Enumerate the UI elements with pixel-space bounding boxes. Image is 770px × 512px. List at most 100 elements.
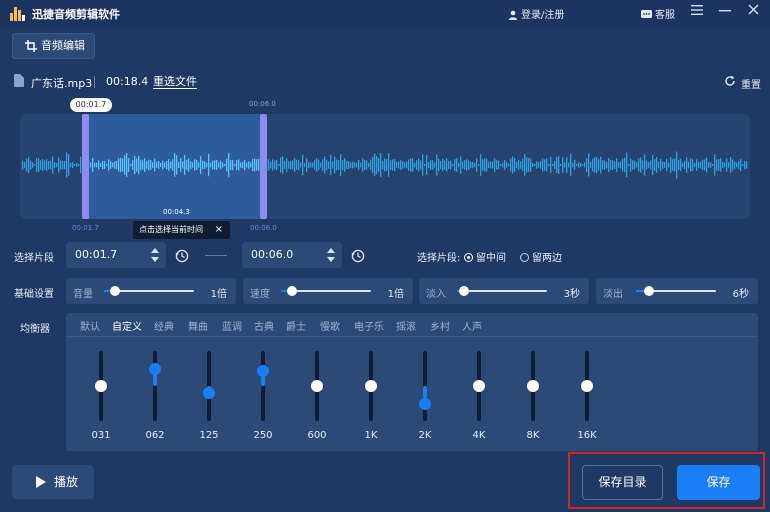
tooltip-close-button[interactable]: × xyxy=(215,221,223,239)
waveform-bar xyxy=(708,162,710,168)
eq-band-slider[interactable] xyxy=(203,351,215,421)
eq-preset-tab[interactable]: 摇滚 xyxy=(396,318,416,333)
waveform-bar xyxy=(68,154,70,176)
waveform-bar xyxy=(616,158,618,172)
waveform-bar xyxy=(560,164,562,166)
close-button[interactable] xyxy=(744,3,762,21)
eq-band-slider[interactable] xyxy=(581,351,593,421)
eq-band-slider[interactable] xyxy=(149,351,161,421)
tab-audio-edit[interactable]: 音频编辑 xyxy=(12,33,95,59)
eq-band-slider[interactable] xyxy=(527,351,539,421)
waveform-bar xyxy=(222,162,224,168)
eq-band-knob[interactable] xyxy=(95,380,107,392)
eq-preset-tab[interactable]: 人声 xyxy=(462,318,482,333)
waveform-bar xyxy=(216,160,218,170)
end-time-input[interactable]: 00:06.0 xyxy=(242,242,342,268)
start-time-input[interactable]: 00:01.7 xyxy=(66,242,166,268)
app-title: 迅捷音频剪辑软件 xyxy=(32,8,120,21)
waveform-bar xyxy=(218,162,220,168)
eq-preset-tab[interactable]: 经典 xyxy=(154,318,174,333)
eq-preset-tab[interactable]: 慢歌 xyxy=(320,318,340,333)
waveform-bar xyxy=(352,161,354,169)
minimize-button[interactable] xyxy=(716,3,734,21)
eq-preset-tab[interactable]: 蓝调 xyxy=(222,318,242,333)
eq-preset-tab[interactable]: 舞曲 xyxy=(188,318,208,333)
start-handle[interactable] xyxy=(82,114,89,219)
eq-band-knob[interactable] xyxy=(203,387,215,399)
tooltip-text: 点击选择当前时间 xyxy=(139,225,203,234)
login-link[interactable]: 登录/注册 xyxy=(508,6,564,21)
history-icon[interactable] xyxy=(351,249,365,263)
waveform-bar xyxy=(170,161,172,169)
eq-band-knob[interactable] xyxy=(365,380,377,392)
start-time-stepper[interactable] xyxy=(151,248,159,262)
menu-button[interactable] xyxy=(688,3,706,21)
volume-slider[interactable] xyxy=(104,286,194,296)
save-directory-button[interactable]: 保存目录 xyxy=(582,465,663,500)
waveform-bar xyxy=(686,157,688,173)
waveform-bar xyxy=(288,161,290,169)
eq-preset-tab[interactable]: 爵士 xyxy=(286,318,306,333)
eq-band-slider[interactable] xyxy=(257,351,269,421)
fade-out-setting: 淡出 6秒 xyxy=(596,278,758,304)
radio-keep-sides[interactable]: 留两边 xyxy=(520,249,562,264)
end-time-stepper[interactable] xyxy=(327,248,335,262)
waveform-bar xyxy=(692,159,694,171)
fade-out-knob[interactable] xyxy=(643,286,654,296)
eq-preset-tab[interactable]: 自定义 xyxy=(112,318,142,333)
waveform-bar xyxy=(674,158,676,172)
eq-band-knob[interactable] xyxy=(419,398,431,411)
speed-knob[interactable] xyxy=(286,286,297,296)
waveform-bar xyxy=(402,161,404,169)
eq-preset-tab[interactable]: 乡村 xyxy=(430,318,450,333)
eq-band-knob[interactable] xyxy=(473,380,485,392)
eq-band-frequency: 250 xyxy=(253,430,273,441)
eq-band-knob[interactable] xyxy=(311,380,323,392)
eq-band-knob[interactable] xyxy=(581,380,593,392)
play-button[interactable]: 播放 xyxy=(12,465,94,499)
waveform-bar xyxy=(358,160,360,170)
waveform-bar xyxy=(334,156,336,174)
fade-in-knob[interactable] xyxy=(459,286,470,296)
waveform-bar xyxy=(370,159,372,171)
eq-preset-tab[interactable]: 电子乐 xyxy=(354,318,384,333)
fade-out-slider[interactable] xyxy=(636,286,716,296)
radio-keep-middle[interactable]: 留中间 xyxy=(464,249,506,264)
eq-preset-tab[interactable]: 默认 xyxy=(80,318,100,333)
eq-band-slider[interactable] xyxy=(419,351,431,421)
waveform-bar xyxy=(612,160,614,170)
waveform-panel[interactable] xyxy=(20,114,750,219)
waveform-bar xyxy=(304,162,306,168)
eq-band-knob[interactable] xyxy=(149,362,161,375)
volume-knob[interactable] xyxy=(109,286,120,296)
service-link[interactable]: 客服 xyxy=(641,6,675,21)
eq-band-knob[interactable] xyxy=(527,380,539,392)
waveform-bar xyxy=(442,158,444,172)
eq-band-slider[interactable] xyxy=(311,351,323,421)
waveform-bar xyxy=(52,156,54,174)
eq-band-knob[interactable] xyxy=(257,364,269,377)
start-time-bottom: 00:01.7 xyxy=(72,224,99,232)
speed-slider[interactable] xyxy=(281,286,371,296)
waveform-bar xyxy=(278,164,280,166)
waveform-bar xyxy=(292,160,294,170)
waveform-bar xyxy=(394,158,396,172)
end-handle[interactable] xyxy=(260,114,267,219)
fade-in-slider[interactable] xyxy=(457,286,547,296)
waveform-bar xyxy=(296,160,298,170)
eq-band-slider[interactable] xyxy=(95,351,107,421)
eq-preset-tab[interactable]: 古典 xyxy=(254,318,274,333)
waveform-bar xyxy=(474,162,476,168)
waveform-bar xyxy=(648,162,650,168)
fade-in-value: 3秒 xyxy=(563,289,580,300)
waveform-bar xyxy=(740,158,742,172)
waveform-bar xyxy=(188,158,190,172)
save-button[interactable]: 保存 xyxy=(677,465,760,500)
history-icon[interactable] xyxy=(175,249,189,263)
waveform-bar xyxy=(330,154,332,176)
eq-band-slider[interactable] xyxy=(365,351,377,421)
waveform-bar xyxy=(526,157,528,173)
reselect-file-link[interactable]: 重选文件 xyxy=(153,75,197,89)
refresh-icon xyxy=(725,75,735,86)
eq-band-slider[interactable] xyxy=(473,351,485,421)
